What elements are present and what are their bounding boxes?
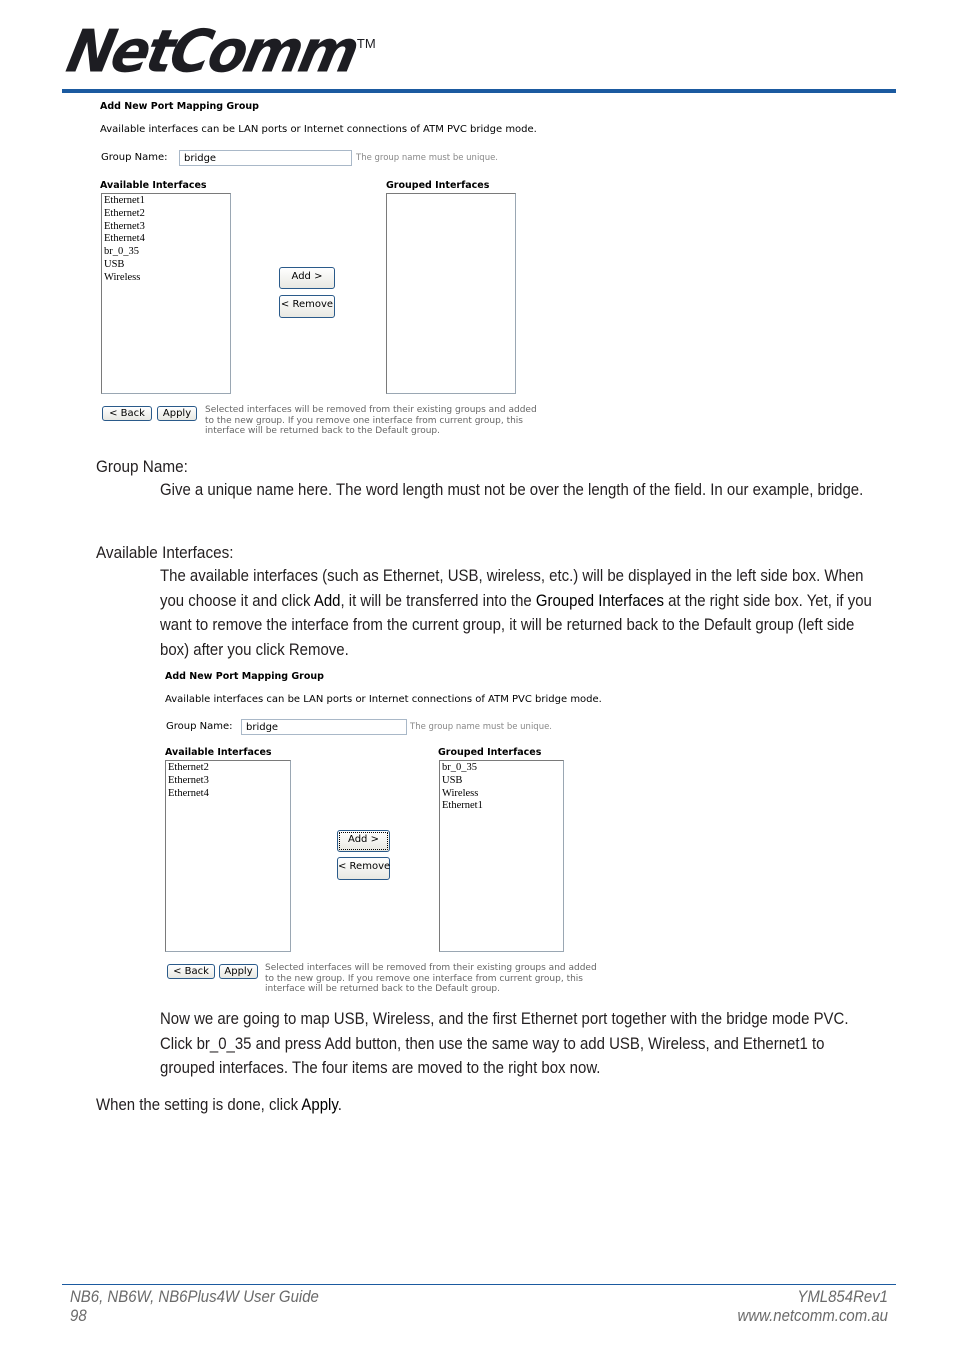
- website-link[interactable]: www.netcomm.com.au: [738, 1306, 888, 1325]
- mapping-instructions: Now we are going to map USB, Wireless, a…: [160, 1009, 849, 1078]
- grouped-interfaces-header: Grouped Interfaces: [386, 180, 490, 191]
- available-interfaces-heading: Available Interfaces:: [96, 543, 234, 562]
- text-segment: When the setting is done, click: [96, 1095, 302, 1114]
- group-name-heading: Group Name:: [96, 457, 188, 476]
- back-button[interactable]: < Back: [167, 964, 215, 979]
- footer-right: YML854Rev1 www.netcomm.com.au: [738, 1287, 888, 1325]
- interface-option[interactable]: br_0_35: [442, 762, 561, 775]
- apply-button[interactable]: Apply: [219, 964, 258, 979]
- group-name-input[interactable]: bridge: [241, 719, 407, 735]
- add-button[interactable]: Add >: [279, 267, 335, 289]
- group-name-hint: The group name must be unique.: [356, 153, 499, 163]
- interface-option[interactable]: Ethernet2: [168, 762, 288, 775]
- interface-option[interactable]: Ethernet3: [104, 221, 228, 234]
- logo-wordmark: NetComm: [61, 17, 363, 87]
- remove-button[interactable]: < Remove: [279, 295, 335, 318]
- add-button[interactable]: Add >: [337, 830, 390, 852]
- interface-option[interactable]: Ethernet4: [168, 788, 288, 801]
- text-segment: .: [337, 1095, 342, 1114]
- footer-left: NB6, NB6W, NB6Plus4W User Guide 98: [70, 1287, 319, 1325]
- panel-description: Available interfaces can be LAN ports or…: [100, 124, 537, 135]
- text-segment: , it will be transferred into the: [340, 590, 536, 610]
- grouping-note: Selected interfaces will be removed from…: [265, 963, 597, 995]
- note-line: interface will be returned back to the D…: [265, 984, 500, 995]
- grouped-interfaces-list[interactable]: [386, 193, 516, 394]
- interface-option[interactable]: Ethernet2: [104, 208, 228, 221]
- note-line: Selected interfaces will be removed from…: [265, 963, 597, 973]
- interface-option[interactable]: Ethernet1: [104, 195, 228, 208]
- note-line: Selected interfaces will be removed from…: [205, 405, 537, 415]
- group-name-description: Give a unique name here. The word length…: [160, 480, 864, 499]
- interface-option[interactable]: USB: [442, 775, 561, 788]
- group-name-hint: The group name must be unique.: [410, 722, 553, 732]
- note-line: to the new group. If you remove one inte…: [265, 973, 583, 984]
- back-button[interactable]: < Back: [102, 406, 152, 421]
- interface-option[interactable]: Ethernet4: [104, 233, 228, 246]
- panel-title: Add New Port Mapping Group: [165, 671, 324, 682]
- interface-option[interactable]: Wireless: [442, 788, 561, 801]
- group-name-input[interactable]: bridge: [179, 150, 352, 166]
- interface-option[interactable]: Wireless: [104, 272, 228, 285]
- logo-trademark: TM: [356, 36, 376, 51]
- available-interfaces-header: Available Interfaces: [100, 180, 207, 191]
- grouped-interfaces-header: Grouped Interfaces: [438, 747, 542, 758]
- page-number: 98: [70, 1306, 87, 1325]
- available-interfaces-header: Available Interfaces: [165, 747, 272, 758]
- available-interfaces-list[interactable]: Ethernet2 Ethernet3 Ethernet4: [165, 760, 291, 952]
- remove-button[interactable]: < Remove: [337, 857, 390, 880]
- netcomm-logo: NetComm TM: [61, 17, 376, 87]
- panel-description: Available interfaces can be LAN ports or…: [165, 694, 602, 705]
- interface-option[interactable]: USB: [104, 259, 228, 272]
- apply-button[interactable]: Apply: [157, 406, 197, 421]
- available-interfaces-list[interactable]: Ethernet1 Ethernet2 Ethernet3 Ethernet4 br_0…: [101, 193, 231, 394]
- grouped-interfaces-emphasis: Grouped Interfaces: [535, 590, 664, 610]
- apply-instruction: When the setting is done, click Apply.: [96, 1093, 819, 1118]
- panel-title: Add New Port Mapping Group: [100, 101, 259, 112]
- group-name-label: Group Name:: [166, 721, 233, 732]
- group-name-label: Group Name:: [101, 152, 168, 163]
- grouping-note: Selected interfaces will be removed from…: [205, 405, 537, 437]
- apply-emphasis: Apply: [301, 1095, 338, 1114]
- document-code: YML854Rev1: [797, 1287, 888, 1306]
- interface-option[interactable]: Ethernet1: [442, 800, 561, 813]
- available-interfaces-description: The available interfaces (such as Ethern…: [160, 564, 883, 662]
- interface-option[interactable]: br_0_35: [104, 246, 228, 259]
- grouped-interfaces-list[interactable]: br_0_35 USB Wireless Ethernet1: [439, 760, 564, 952]
- add-emphasis: Add: [313, 590, 341, 610]
- note-line: to the new group. If you remove one inte…: [205, 415, 523, 426]
- guide-title: NB6, NB6W, NB6Plus4W User Guide: [70, 1287, 319, 1306]
- footer-divider: [62, 1284, 896, 1285]
- header-divider: [62, 89, 896, 93]
- interface-option[interactable]: Ethernet3: [168, 775, 288, 788]
- note-line: interface will be returned back to the D…: [205, 426, 440, 437]
